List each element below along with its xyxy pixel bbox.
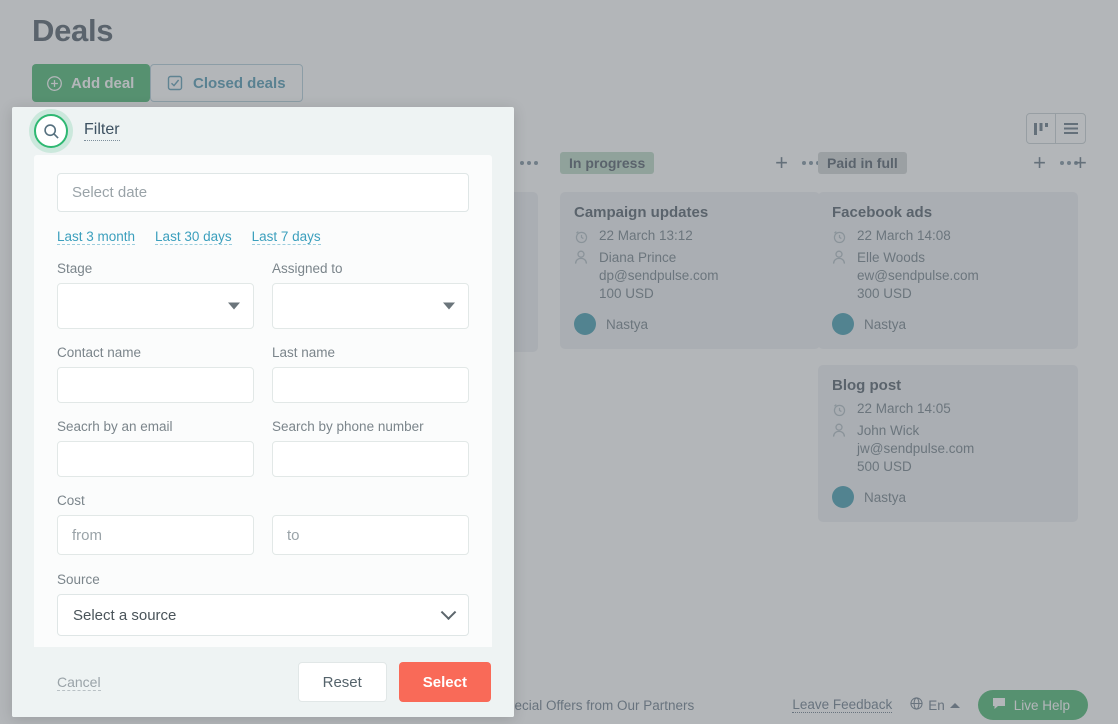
email-search-input[interactable]	[57, 441, 254, 477]
assigned-to-field: Assigned to	[272, 261, 469, 329]
phone-search-input[interactable]	[272, 441, 469, 477]
source-label: Source	[57, 572, 100, 587]
assigned-to-label: Assigned to	[272, 261, 343, 276]
contact-name-input[interactable]	[57, 367, 254, 403]
cancel-button[interactable]: Cancel	[57, 674, 101, 691]
filter-form: Last 3 month Last 30 days Last 7 days St…	[34, 155, 492, 656]
date-quick-ranges: Last 3 month Last 30 days Last 7 days	[57, 229, 469, 245]
chevron-down-icon	[228, 302, 240, 310]
filter-modal-footer: Cancel Reset Select	[12, 647, 514, 717]
reset-button[interactable]: Reset	[297, 662, 387, 702]
source-select[interactable]: Select a source	[57, 594, 469, 636]
source-selected-value: Select a source	[73, 606, 177, 624]
email-search-field: Seacrh by an email	[57, 419, 254, 477]
source-field: Source Select a source	[57, 572, 469, 636]
cost-from-input[interactable]	[57, 515, 254, 555]
phone-search-label: Search by phone number	[272, 419, 424, 434]
filter-field-grid: Stage Assigned to Contact name Last name…	[57, 245, 469, 477]
last-name-input[interactable]	[272, 367, 469, 403]
search-icon[interactable]	[34, 114, 68, 148]
stage-select[interactable]	[57, 283, 254, 329]
quick-range-last-7-days[interactable]: Last 7 days	[251, 229, 321, 245]
cost-field: Cost	[57, 493, 469, 555]
filter-modal: Filter Last 3 month Last 30 days Last 7 …	[12, 107, 514, 717]
contact-name-field: Contact name	[57, 345, 254, 403]
select-button[interactable]: Select	[398, 662, 491, 702]
app-root: Deals Add deal Closed deals	[0, 0, 1118, 724]
contact-name-label: Contact name	[57, 345, 142, 360]
last-name-label: Last name	[272, 345, 336, 360]
last-name-field: Last name	[272, 345, 469, 403]
chevron-down-icon	[443, 302, 455, 310]
phone-search-field: Search by phone number	[272, 419, 469, 477]
filter-modal-header: Filter	[12, 107, 514, 155]
quick-range-last-30-days[interactable]: Last 30 days	[155, 229, 232, 245]
email-search-label: Seacrh by an email	[57, 419, 173, 434]
quick-range-last-3-month[interactable]: Last 3 month	[57, 229, 136, 245]
filter-title[interactable]: Filter	[84, 121, 120, 141]
chevron-down-icon	[440, 604, 457, 621]
cost-label: Cost	[57, 493, 85, 508]
cost-to-input[interactable]	[272, 515, 469, 555]
stage-field: Stage	[57, 261, 254, 329]
assigned-to-select[interactable]	[272, 283, 469, 329]
stage-label: Stage	[57, 261, 93, 276]
select-date-input[interactable]	[57, 173, 469, 212]
